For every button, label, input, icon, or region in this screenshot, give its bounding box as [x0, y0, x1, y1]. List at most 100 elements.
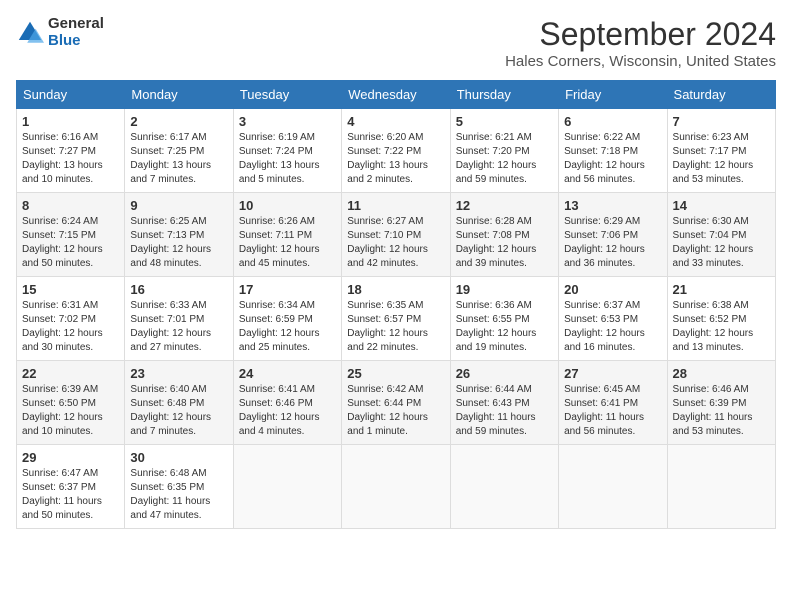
weekday-header: Tuesday: [233, 81, 341, 109]
calendar-cell: 8Sunrise: 6:24 AMSunset: 7:15 PMDaylight…: [17, 193, 125, 277]
day-info: Sunrise: 6:19 AMSunset: 7:24 PMDaylight:…: [239, 131, 336, 187]
calendar-cell: 9 Sunrise: 6:25 AMSunset: 7:13 PMDaylight…: [125, 193, 233, 277]
weekday-header: Sunday: [17, 81, 125, 109]
logo: General Blue: [16, 16, 104, 49]
calendar-cell: 5 Sunrise: 6:21 AMSunset: 7:20 PMDaylight…: [450, 109, 558, 193]
day-number: 19: [456, 282, 553, 297]
day-info: Sunrise: 6:30 AMSunset: 7:04 PMDaylight:…: [673, 215, 770, 271]
day-info: Sunrise: 6:47 AMSunset: 6:37 PMDaylight:…: [22, 467, 119, 523]
calendar-cell: 11Sunrise: 6:27 AMSunset: 7:10 PMDayligh…: [342, 193, 450, 277]
day-info: Sunrise: 6:25 AMSunset: 7:13 PMDaylight:…: [130, 215, 227, 271]
calendar-cell: 18 Sunrise: 6:35 AMSunset: 6:57 PMDayligh…: [342, 277, 450, 361]
day-info: Sunrise: 6:42 AMSunset: 6:44 PMDaylight:…: [347, 383, 444, 439]
day-number: 11: [347, 198, 444, 213]
calendar-cell: 1 Sunrise: 6:16 AMSunset: 7:27 PMDaylight…: [17, 109, 125, 193]
day-number: 9: [130, 198, 227, 213]
calendar-cell: 26 Sunrise: 6:44 AMSunset: 6:43 PMDayligh…: [450, 361, 558, 445]
day-info: Sunrise: 6:23 AMSunset: 7:17 PMDaylight:…: [673, 131, 770, 187]
day-number: 5: [456, 114, 553, 129]
calendar-cell: 3 Sunrise: 6:19 AMSunset: 7:24 PMDaylight…: [233, 109, 341, 193]
calendar-cell: 23Sunrise: 6:40 AMSunset: 6:48 PMDayligh…: [125, 361, 233, 445]
day-number: 8: [22, 198, 119, 213]
day-number: 10: [239, 198, 336, 213]
calendar-cell: [450, 445, 558, 529]
title-section: September 2024 Hales Corners, Wisconsin,…: [505, 16, 776, 70]
day-number: 26: [456, 366, 553, 381]
day-info: Sunrise: 6:41 AMSunset: 6:46 PMDaylight:…: [239, 383, 336, 439]
month-title: September 2024: [505, 16, 776, 53]
calendar-cell: 17 Sunrise: 6:34 AMSunset: 6:59 PMDayligh…: [233, 277, 341, 361]
day-number: 20: [564, 282, 661, 297]
calendar-cell: 20 Sunrise: 6:37 AMSunset: 6:53 PMDayligh…: [559, 277, 667, 361]
calendar-week-row: 1 Sunrise: 6:16 AMSunset: 7:27 PMDaylight…: [17, 109, 776, 193]
calendar-week-row: 22Sunrise: 6:39 AMSunset: 6:50 PMDayligh…: [17, 361, 776, 445]
calendar-cell: [233, 445, 341, 529]
day-number: 24: [239, 366, 336, 381]
day-info: Sunrise: 6:31 AMSunset: 7:02 PMDaylight:…: [22, 299, 119, 355]
day-number: 14: [673, 198, 770, 213]
calendar-cell: 25Sunrise: 6:42 AMSunset: 6:44 PMDayligh…: [342, 361, 450, 445]
day-info: Sunrise: 6:37 AMSunset: 6:53 PMDaylight:…: [564, 299, 661, 355]
page-header: General Blue September 2024 Hales Corner…: [16, 16, 776, 70]
day-info: Sunrise: 6:16 AMSunset: 7:27 PMDaylight:…: [22, 131, 119, 187]
day-info: Sunrise: 6:29 AMSunset: 7:06 PMDaylight:…: [564, 215, 661, 271]
day-number: 3: [239, 114, 336, 129]
day-number: 2: [130, 114, 227, 129]
calendar-cell: 10Sunrise: 6:26 AMSunset: 7:11 PMDayligh…: [233, 193, 341, 277]
calendar-cell: 2 Sunrise: 6:17 AMSunset: 7:25 PMDaylight…: [125, 109, 233, 193]
weekday-header: Friday: [559, 81, 667, 109]
day-number: 16: [130, 282, 227, 297]
calendar-cell: 27 Sunrise: 6:45 AMSunset: 6:41 PMDayligh…: [559, 361, 667, 445]
day-number: 7: [673, 114, 770, 129]
logo-text: General Blue: [48, 16, 104, 49]
day-number: 12: [456, 198, 553, 213]
day-number: 22: [22, 366, 119, 381]
day-number: 17: [239, 282, 336, 297]
calendar-cell: 12 Sunrise: 6:28 AMSunset: 7:08 PMDayligh…: [450, 193, 558, 277]
day-number: 4: [347, 114, 444, 129]
day-info: Sunrise: 6:21 AMSunset: 7:20 PMDaylight:…: [456, 131, 553, 187]
calendar-table: SundayMondayTuesdayWednesdayThursdayFrid…: [16, 80, 776, 529]
calendar-cell: 30 Sunrise: 6:48 AMSunset: 6:35 PMDayligh…: [125, 445, 233, 529]
day-number: 30: [130, 450, 227, 465]
day-info: Sunrise: 6:22 AMSunset: 7:18 PMDaylight:…: [564, 131, 661, 187]
day-info: Sunrise: 6:40 AMSunset: 6:48 PMDaylight:…: [130, 383, 227, 439]
logo-blue: Blue: [48, 33, 104, 50]
day-info: Sunrise: 6:17 AMSunset: 7:25 PMDaylight:…: [130, 131, 227, 187]
day-info: Sunrise: 6:48 AMSunset: 6:35 PMDaylight:…: [130, 467, 227, 523]
calendar-cell: 14 Sunrise: 6:30 AMSunset: 7:04 PMDayligh…: [667, 193, 775, 277]
logo-icon: [16, 19, 44, 47]
day-number: 6: [564, 114, 661, 129]
day-info: Sunrise: 6:44 AMSunset: 6:43 PMDaylight:…: [456, 383, 553, 439]
day-info: Sunrise: 6:45 AMSunset: 6:41 PMDaylight:…: [564, 383, 661, 439]
calendar-week-row: 8Sunrise: 6:24 AMSunset: 7:15 PMDaylight…: [17, 193, 776, 277]
day-number: 18: [347, 282, 444, 297]
location: Hales Corners, Wisconsin, United States: [505, 53, 776, 70]
day-info: Sunrise: 6:36 AMSunset: 6:55 PMDaylight:…: [456, 299, 553, 355]
calendar-cell: 13 Sunrise: 6:29 AMSunset: 7:06 PMDayligh…: [559, 193, 667, 277]
day-number: 1: [22, 114, 119, 129]
day-number: 27: [564, 366, 661, 381]
day-number: 21: [673, 282, 770, 297]
calendar-cell: 22Sunrise: 6:39 AMSunset: 6:50 PMDayligh…: [17, 361, 125, 445]
day-info: Sunrise: 6:38 AMSunset: 6:52 PMDaylight:…: [673, 299, 770, 355]
calendar-cell: [342, 445, 450, 529]
day-info: Sunrise: 6:20 AMSunset: 7:22 PMDaylight:…: [347, 131, 444, 187]
calendar-week-row: 15 Sunrise: 6:31 AMSunset: 7:02 PMDayligh…: [17, 277, 776, 361]
calendar-cell: 19 Sunrise: 6:36 AMSunset: 6:55 PMDayligh…: [450, 277, 558, 361]
calendar-cell: 29 Sunrise: 6:47 AMSunset: 6:37 PMDayligh…: [17, 445, 125, 529]
calendar-cell: 6 Sunrise: 6:22 AMSunset: 7:18 PMDaylight…: [559, 109, 667, 193]
calendar-cell: 21 Sunrise: 6:38 AMSunset: 6:52 PMDayligh…: [667, 277, 775, 361]
day-info: Sunrise: 6:33 AMSunset: 7:01 PMDaylight:…: [130, 299, 227, 355]
day-number: 13: [564, 198, 661, 213]
calendar-cell: 4 Sunrise: 6:20 AMSunset: 7:22 PMDaylight…: [342, 109, 450, 193]
day-info: Sunrise: 6:34 AMSunset: 6:59 PMDaylight:…: [239, 299, 336, 355]
calendar-cell: 24 Sunrise: 6:41 AMSunset: 6:46 PMDayligh…: [233, 361, 341, 445]
calendar-header-row: SundayMondayTuesdayWednesdayThursdayFrid…: [17, 81, 776, 109]
weekday-header: Monday: [125, 81, 233, 109]
day-info: Sunrise: 6:28 AMSunset: 7:08 PMDaylight:…: [456, 215, 553, 271]
day-number: 29: [22, 450, 119, 465]
day-number: 15: [22, 282, 119, 297]
weekday-header: Saturday: [667, 81, 775, 109]
day-info: Sunrise: 6:35 AMSunset: 6:57 PMDaylight:…: [347, 299, 444, 355]
